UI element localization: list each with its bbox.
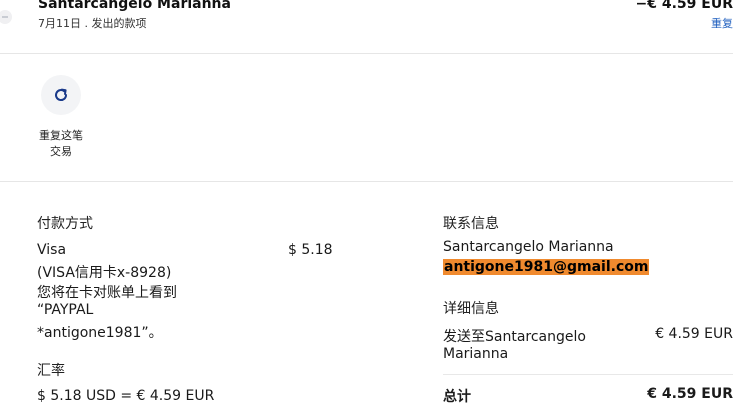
contact-info-heading: 联系信息 [443,216,499,232]
exchange-rate-value: $ 5.18 USD = € 4.59 EUR [37,388,215,404]
merchant-avatar-icon [0,10,12,24]
repeat-transaction-button[interactable] [41,75,81,115]
refresh-icon [52,86,70,104]
transaction-counterparty-name: Santarcangelo Marianna [38,0,231,12]
header-divider [0,53,733,54]
payment-method-heading: 付款方式 [37,216,93,232]
exchange-rate-heading: 汇率 [37,363,65,379]
sent-to-line2: Marianna [443,346,509,362]
total-amount: € 4.59 EUR [647,386,733,402]
repeat-link[interactable]: 重复 [711,15,733,31]
contact-email[interactable]: antigone1981@gmail.com [443,259,650,275]
sent-to-line1: 发送至Santarcangelo [443,329,586,345]
total-label: 总计 [443,389,471,405]
statement-note-line3: *antigone1981”。 [37,325,163,341]
contact-name: Santarcangelo Marianna [443,239,614,255]
payment-amount: $ 5.18 [288,242,333,258]
repeat-label-line2: 交易 [50,145,72,158]
transaction-amount: −€ 4.59 EUR [635,0,733,12]
transaction-date-type: 7月11日 . 发出的款项 [38,17,147,30]
details-heading: 详细信息 [443,301,499,317]
payment-method-name: Visa [37,242,67,258]
contact-email-wrapper: antigone1981@gmail.com [443,259,650,275]
repeat-transaction-label: 重复这笔 交易 [30,128,92,160]
statement-note-line1: 您将在卡对账单上看到 [37,285,177,301]
repeat-label-line1: 重复这笔 [39,129,83,142]
payment-card-info: (VISA信用卡x-8928) [37,265,172,281]
statement-note-line2: “PAYPAL [37,302,94,318]
sent-amount: € 4.59 EUR [655,326,733,342]
section-divider [0,181,733,182]
total-divider [443,374,733,375]
